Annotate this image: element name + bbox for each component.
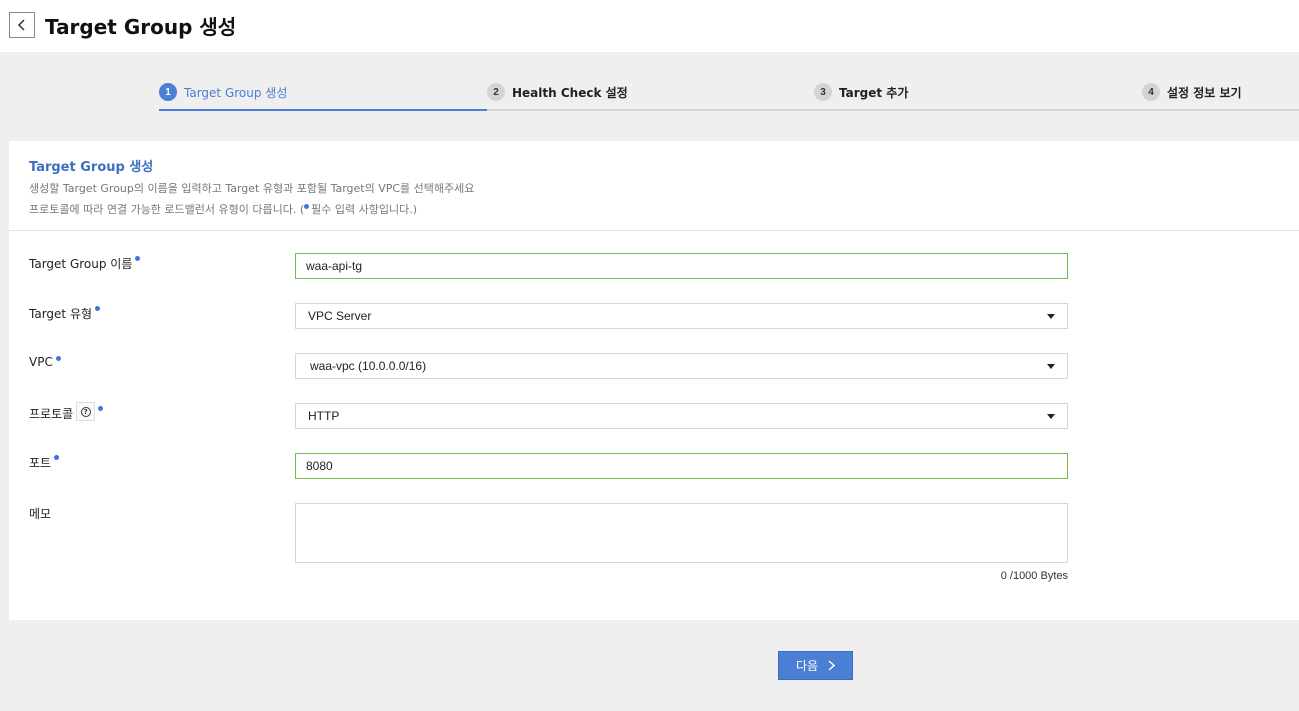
vpc-label: VPC <box>29 355 61 369</box>
help-glyph: ? <box>80 406 91 417</box>
vpc-select-value: waa-vpc (10.0.0.0/16) <box>310 359 427 373</box>
target-group-name-input[interactable]: waa-api-tg <box>295 253 1068 279</box>
next-button-label: 다음 <box>795 659 819 673</box>
port-label: 포트 <box>29 454 60 471</box>
protocol-select[interactable]: HTTP <box>295 403 1068 429</box>
type-label-text: Target 유형 <box>29 307 93 321</box>
page-header: Target Group 생성 <box>0 0 1299 52</box>
name-input-value: waa-api-tg <box>306 259 363 273</box>
step-number: 1 <box>159 83 177 101</box>
stepper-active-track <box>159 109 487 111</box>
required-dot-icon <box>55 356 61 361</box>
protocol-label-text: 프로토콜 <box>29 407 74 421</box>
step-label: Health Check 설정 <box>512 85 628 100</box>
caret-down-icon <box>1047 414 1055 419</box>
name-label: Target Group 이름 <box>29 255 141 272</box>
page-title: Target Group 생성 <box>45 15 237 39</box>
port-input-value: 8080 <box>306 459 333 473</box>
caret-down-icon <box>1047 364 1055 369</box>
memo-textarea[interactable] <box>295 503 1068 563</box>
section-title: Target Group 생성 <box>29 160 154 175</box>
chevron-left-icon <box>17 19 25 31</box>
step-label: Target Group 생성 <box>184 85 288 100</box>
step-number: 3 <box>814 83 832 101</box>
step-number: 2 <box>487 83 505 101</box>
form-card: Target Group 생성 생성할 Target Group의 이름을 입력… <box>9 141 1299 620</box>
memo-label-text: 메모 <box>29 507 52 521</box>
required-dot-icon <box>54 455 60 460</box>
step-review[interactable]: 4 설정 정보 보기 <box>1142 82 1242 102</box>
required-dot-icon <box>135 256 141 261</box>
name-label-text: Target Group 이름 <box>29 257 133 271</box>
step-label: 설정 정보 보기 <box>1167 85 1242 100</box>
type-select-value: VPC Server <box>308 309 372 323</box>
chevron-right-icon <box>828 660 836 671</box>
section-description: 생성할 Target Group의 이름을 입력하고 Target 유형과 포함… <box>29 182 475 195</box>
help-icon[interactable]: ? <box>76 402 96 421</box>
required-dot-icon <box>95 306 101 311</box>
required-dot-icon <box>98 406 104 411</box>
vpc-label-text: VPC <box>29 355 53 369</box>
next-button[interactable]: 다음 <box>778 651 853 680</box>
section-note: 프로토콜에 따라 연결 가능한 로드밸런서 유형이 다릅니다. ( 필수 입력 사… <box>29 201 417 217</box>
divider <box>9 230 1299 231</box>
protocol-select-value: HTTP <box>308 409 340 423</box>
target-type-select[interactable]: VPC Server <box>295 303 1068 329</box>
wizard-stepper: 1 Target Group 생성 2 Health Check 설정 3 Ta… <box>159 80 1299 111</box>
memo-label: 메모 <box>29 505 51 522</box>
step-health-check[interactable]: 2 Health Check 설정 <box>487 82 628 102</box>
note-text-post: 필수 입력 사항입니다.) <box>311 203 418 216</box>
step-label: Target 추가 <box>839 85 909 100</box>
caret-down-icon <box>1047 314 1055 319</box>
port-label-text: 포트 <box>29 456 52 470</box>
step-add-target[interactable]: 3 Target 추가 <box>814 82 908 102</box>
protocol-label: 프로토콜 ? <box>29 402 104 422</box>
back-button[interactable] <box>9 12 35 38</box>
port-input[interactable]: 8080 <box>295 453 1068 479</box>
memo-byte-counter: 0 /1000 Bytes <box>1000 570 1068 582</box>
required-dot-icon <box>304 204 310 209</box>
vpc-select[interactable]: waa-vpc (10.0.0.0/16) <box>295 353 1068 379</box>
note-text-pre: 프로토콜에 따라 연결 가능한 로드밸런서 유형이 다릅니다. ( <box>29 203 305 216</box>
type-label: Target 유형 <box>29 305 101 322</box>
step-number: 4 <box>1142 83 1160 101</box>
step-target-group[interactable]: 1 Target Group 생성 <box>159 82 287 102</box>
